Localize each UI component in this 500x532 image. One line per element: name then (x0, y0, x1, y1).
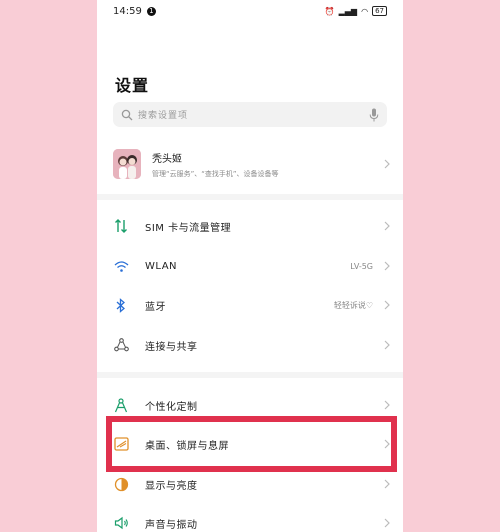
battery-indicator: 67 (372, 6, 387, 16)
sim-data-icon (113, 218, 129, 234)
status-time: 14:59 (113, 5, 142, 17)
chevron-right-icon (384, 479, 390, 489)
desktop-lockscreen-icon (113, 436, 129, 452)
sound-vibration-icon (113, 515, 129, 531)
chevron-right-icon (384, 340, 390, 350)
chevron-right-icon (384, 159, 390, 169)
connection-share-item[interactable]: 连接与共享 (113, 328, 391, 362)
display-brightness-item[interactable]: 显示与亮度 (113, 467, 391, 501)
personalize-item[interactable]: 个性化定制 (113, 388, 391, 422)
bluetooth-icon (113, 297, 129, 313)
connection-share-icon (113, 337, 129, 353)
sim-data-item[interactable]: SIM 卡与流量管理 (113, 209, 391, 243)
chevron-right-icon (384, 300, 390, 310)
avatar (113, 149, 141, 179)
row-label: SIM 卡与流量管理 (145, 222, 232, 234)
account-profile[interactable]: 秃头姬 管理“云服务”、“查找手机”、设备设备等 (113, 146, 391, 182)
display-brightness-icon (113, 476, 129, 492)
chevron-right-icon (384, 518, 390, 528)
row-label: WLAN (145, 260, 178, 272)
chevron-right-icon (384, 400, 390, 410)
page-title: 设置 (115, 76, 150, 95)
microphone-icon[interactable] (369, 108, 379, 122)
row-value: 轻轻诉说♡ (333, 300, 373, 310)
search-input[interactable]: 搜索设置项 (138, 108, 369, 121)
row-label: 显示与亮度 (145, 480, 198, 492)
settings-screen: 14:59 1 ⏰ ▂▄▆ ◠ 67 设置 搜索设置项 秃头姬 管理“云服务”、… (97, 0, 403, 532)
row-label: 桌面、锁屏与息屏 (145, 440, 229, 452)
row-label: 连接与共享 (145, 341, 198, 353)
status-icons: ⏰ ▂▄▆ ◠ 67 (325, 6, 387, 16)
row-label: 蓝牙 (145, 301, 166, 313)
chevron-right-icon (384, 261, 390, 271)
profile-subtitle: 管理“云服务”、“查找手机”、设备设备等 (152, 169, 279, 178)
bluetooth-item[interactable]: 蓝牙 轻轻诉说♡ (113, 288, 391, 322)
wlan-item[interactable]: WLAN LV-5G (113, 249, 391, 283)
desktop-lockscreen-item[interactable]: 桌面、锁屏与息屏 (113, 427, 391, 461)
search-icon (121, 109, 133, 120)
search-bar[interactable]: 搜索设置项 (113, 102, 387, 127)
row-label: 声音与振动 (145, 519, 198, 531)
notification-badge: 1 (146, 6, 156, 16)
row-label: 个性化定制 (145, 401, 198, 413)
alarm-icon: ⏰ (324, 6, 335, 16)
signal-icon: ▂▄▆ (338, 6, 358, 16)
row-value: LV-5G (350, 261, 373, 271)
chevron-right-icon (384, 439, 390, 449)
chevron-right-icon (384, 221, 390, 231)
wifi-status-icon: ◠ (361, 6, 369, 16)
sound-vibration-item[interactable]: 声音与振动 (113, 506, 391, 532)
profile-name: 秃头姬 (152, 153, 182, 165)
personalize-icon (113, 397, 129, 413)
wifi-icon (113, 258, 129, 274)
section-divider (97, 372, 403, 378)
section-divider (97, 194, 403, 200)
status-bar: 14:59 1 ⏰ ▂▄▆ ◠ 67 (97, 0, 403, 22)
